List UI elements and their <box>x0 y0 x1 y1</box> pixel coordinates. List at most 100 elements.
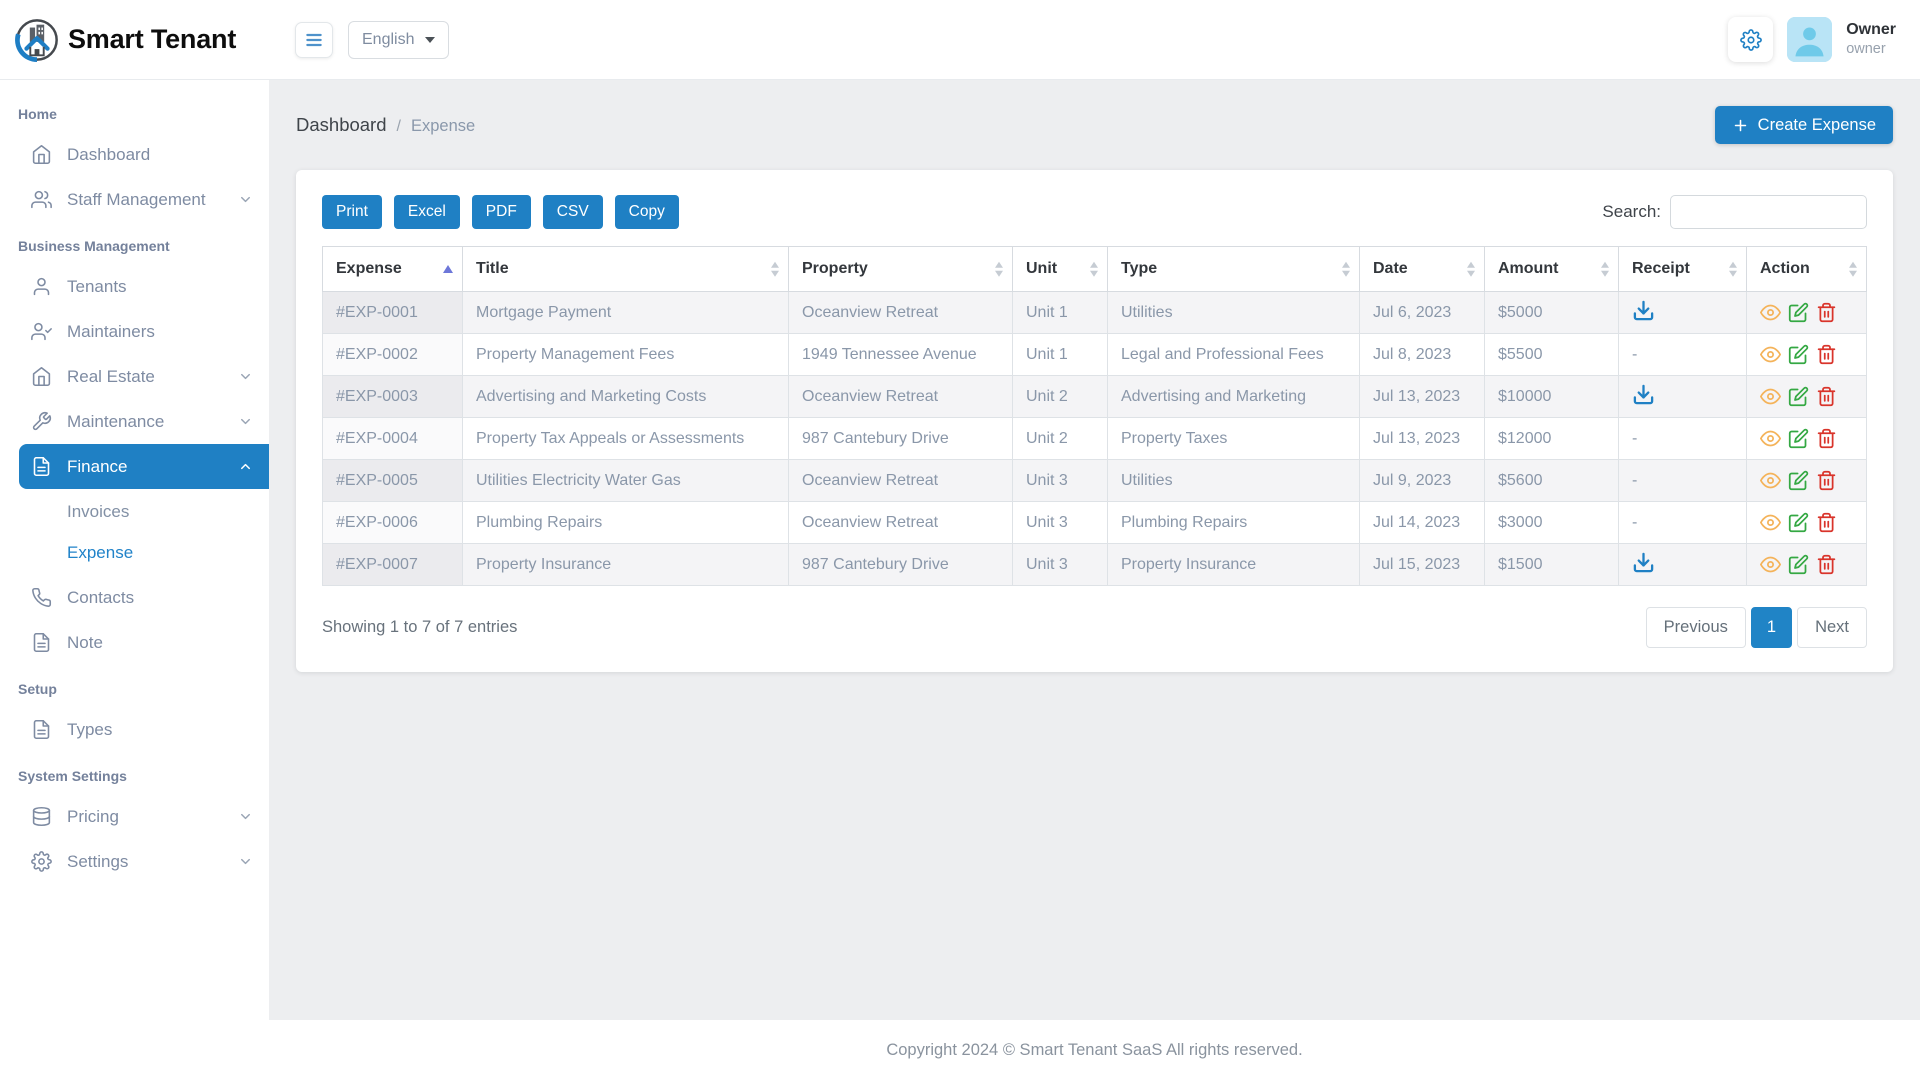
language-select[interactable]: English <box>348 20 450 59</box>
sidebar-item-invoices[interactable]: Invoices <box>0 491 269 532</box>
cell-unit: Unit 2 <box>1012 417 1108 460</box>
cell-amount: $3000 <box>1484 501 1619 544</box>
search-label: Search: <box>1602 202 1661 221</box>
edit-button[interactable] <box>1788 470 1809 491</box>
cell-amount: $5500 <box>1484 333 1619 376</box>
print-button[interactable]: Print <box>322 195 382 229</box>
person-icon <box>1787 17 1833 62</box>
delete-button[interactable] <box>1816 554 1837 575</box>
sidebar-section-setup: Setup <box>18 681 57 697</box>
file-icon <box>31 719 52 740</box>
cell-expense: #EXP-0004 <box>322 417 463 460</box>
cell-amount: $5600 <box>1484 459 1619 502</box>
sidebar-item-maintenance[interactable]: Maintenance <box>0 399 269 444</box>
table-row: #EXP-0005 Utilities Electricity Water Gas… <box>322 459 1867 502</box>
column-header-date[interactable]: Date <box>1359 246 1485 292</box>
cell-type: Advertising and Marketing <box>1107 375 1360 418</box>
sidebar-item-note[interactable]: Note <box>0 620 269 665</box>
pdf-button[interactable]: PDF <box>471 195 531 229</box>
sidebar-item-expense[interactable]: Expense <box>0 532 269 573</box>
sidebar-item-tenants[interactable]: Tenants <box>0 264 269 309</box>
sidebar-item-dashboard[interactable]: Dashboard <box>0 132 269 177</box>
delete-button[interactable] <box>1816 428 1837 449</box>
footer: Copyright 2024 © Smart Tenant SaaS All r… <box>269 1020 1920 1080</box>
edit-button[interactable] <box>1788 344 1809 365</box>
edit-pencil-icon <box>1788 554 1809 575</box>
sidebar-item-contacts[interactable]: Contacts <box>0 575 269 620</box>
column-header-action[interactable]: Action <box>1746 246 1867 292</box>
sidebar-item-settings[interactable]: Settings <box>0 839 269 884</box>
cell-property: Oceanview Retreat <box>788 501 1013 544</box>
download-receipt-button[interactable] <box>1632 383 1655 406</box>
view-button[interactable] <box>1760 386 1781 407</box>
create-expense-button[interactable]: Create Expense <box>1714 106 1893 144</box>
cell-type: Legal and Professional Fees <box>1107 333 1360 376</box>
sidebar-item-real-estate[interactable]: Real Estate <box>0 354 269 399</box>
column-header-title[interactable]: Title <box>462 246 789 292</box>
sort-arrows-icon <box>771 261 779 277</box>
chevron-down-icon <box>238 809 253 824</box>
download-receipt-button[interactable] <box>1632 299 1655 322</box>
sidebar-item-staff-management[interactable]: Staff Management <box>0 177 269 222</box>
previous-page-button[interactable]: Previous <box>1645 607 1746 648</box>
view-button[interactable] <box>1760 344 1781 365</box>
table-body: #EXP-0001 Mortgage Payment Oceanview Retre… <box>322 291 1867 586</box>
column-header-amount[interactable]: Amount <box>1484 246 1619 292</box>
edit-button[interactable] <box>1788 302 1809 323</box>
view-button[interactable] <box>1760 470 1781 491</box>
edit-button[interactable] <box>1788 554 1809 575</box>
cell-receipt <box>1618 375 1747 418</box>
avatar[interactable] <box>1787 17 1833 62</box>
sidebar-toggle-button[interactable] <box>295 21 333 58</box>
edit-button[interactable] <box>1788 512 1809 533</box>
sidebar-item-pricing[interactable]: Pricing <box>0 794 269 839</box>
cell-action <box>1746 501 1867 544</box>
cell-type: Property Taxes <box>1107 417 1360 460</box>
download-receipt-button[interactable] <box>1632 551 1655 574</box>
users-icon <box>31 189 52 210</box>
chevron-up-icon <box>238 459 253 474</box>
delete-button[interactable] <box>1816 344 1837 365</box>
cell-action <box>1746 333 1867 376</box>
cell-receipt: - <box>1618 459 1747 502</box>
cell-amount: $12000 <box>1484 417 1619 460</box>
sort-arrows-icon <box>1601 261 1609 277</box>
delete-button[interactable] <box>1816 512 1837 533</box>
sidebar-item-maintainers[interactable]: Maintainers <box>0 309 269 354</box>
csv-button[interactable]: CSV <box>542 195 603 229</box>
edit-button[interactable] <box>1788 386 1809 407</box>
edit-button[interactable] <box>1788 428 1809 449</box>
sort-arrows-icon <box>1342 261 1350 277</box>
brand-logo-link[interactable]: Smart Tenant <box>0 0 269 80</box>
cell-title: Property Management Fees <box>462 333 789 376</box>
cell-action <box>1746 543 1867 586</box>
settings-button[interactable] <box>1728 17 1774 62</box>
sidebar-item-types[interactable]: Types <box>0 707 269 752</box>
chevron-down-icon <box>425 36 436 43</box>
breadcrumb-dashboard-link[interactable]: Dashboard <box>296 114 387 136</box>
delete-button[interactable] <box>1816 386 1837 407</box>
next-page-button[interactable]: Next <box>1797 607 1867 648</box>
column-header-expense[interactable]: Expense <box>322 246 463 292</box>
excel-button[interactable]: Excel <box>393 195 460 229</box>
view-button[interactable] <box>1760 428 1781 449</box>
user-check-icon <box>31 321 52 342</box>
column-header-property[interactable]: Property <box>788 246 1013 292</box>
column-header-receipt[interactable]: Receipt <box>1618 246 1747 292</box>
database-icon <box>31 806 52 827</box>
view-button[interactable] <box>1760 512 1781 533</box>
view-button[interactable] <box>1760 554 1781 575</box>
cell-unit: Unit 3 <box>1012 543 1108 586</box>
delete-button[interactable] <box>1816 470 1837 491</box>
cell-date: Jul 9, 2023 <box>1359 459 1485 502</box>
column-header-type[interactable]: Type <box>1107 246 1360 292</box>
column-header-unit[interactable]: Unit <box>1012 246 1108 292</box>
edit-pencil-icon <box>1788 470 1809 491</box>
delete-button[interactable] <box>1816 302 1837 323</box>
view-button[interactable] <box>1760 302 1781 323</box>
page-1-button[interactable]: 1 <box>1750 607 1793 648</box>
copy-button[interactable]: Copy <box>614 195 679 229</box>
sidebar-item-finance[interactable]: Finance <box>19 444 269 489</box>
cell-title: Advertising and Marketing Costs <box>462 375 789 418</box>
search-input[interactable] <box>1670 195 1867 229</box>
